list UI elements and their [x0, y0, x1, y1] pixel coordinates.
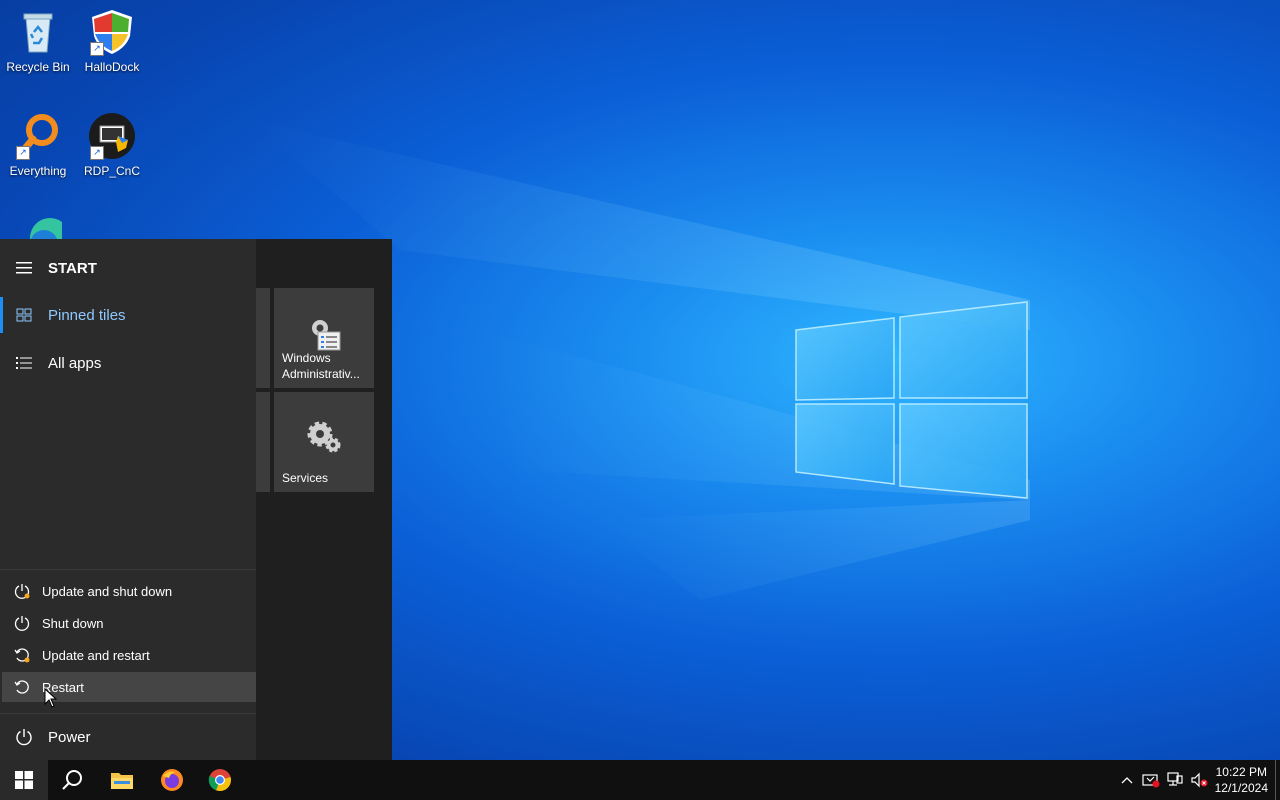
power-icon	[2, 615, 42, 631]
shortcut-arrow-icon: ↗	[16, 146, 30, 160]
desktop-icon-label: Recycle Bin	[6, 60, 70, 74]
nav-item-label: All apps	[48, 354, 102, 372]
tile-label: Services	[282, 471, 329, 485]
power-option-label: Update and shut down	[42, 583, 173, 599]
tiles-area: Windows Administrativ... Services	[256, 239, 392, 760]
start-menu: START Pinned tiles All apps Update and s…	[0, 239, 392, 760]
start-menu-sidebar: START Pinned tiles All apps Update and s…	[0, 239, 258, 760]
firefox-icon	[161, 769, 183, 791]
power-options-menu: Update and shut down Shut down Update an…	[0, 569, 258, 708]
start-menu-title: START	[48, 259, 97, 277]
volume-muted-icon	[1191, 772, 1208, 788]
windows-logo-icon	[15, 771, 33, 789]
search-icon	[62, 770, 82, 790]
security-alert-icon	[1142, 774, 1160, 788]
update-restart-icon	[2, 647, 42, 663]
list-icon	[0, 356, 48, 370]
desktop-icon-label: RDP_CnC	[83, 164, 140, 178]
power-option-label: Update and restart	[42, 647, 150, 663]
clock-date: 12/1/2024	[1214, 781, 1268, 795]
desktop-icon-recycle-bin[interactable]: Recycle Bin	[0, 8, 76, 74]
update-and-restart-option[interactable]: Update and restart	[2, 640, 256, 670]
tray-volume-icon[interactable]	[1188, 760, 1210, 800]
restart-icon	[2, 679, 42, 695]
network-icon	[1167, 772, 1183, 786]
desktop-icon-rdp-cnc[interactable]: ↗ RDP_CnC	[74, 112, 150, 178]
power-button[interactable]: Power	[0, 713, 256, 760]
folder-icon	[111, 773, 133, 789]
power-button-label: Power	[48, 728, 91, 746]
desktop-icon-label: HalloDock	[84, 60, 140, 74]
tile-services[interactable]: Services	[274, 392, 374, 492]
nav-all-apps[interactable]: All apps	[0, 341, 256, 385]
tile-partial[interactable]	[256, 392, 270, 492]
taskbar-firefox[interactable]	[148, 760, 196, 800]
recycle-bin-icon	[14, 8, 62, 56]
search-magnifier-icon: ↗	[14, 112, 62, 160]
hamburger-menu-icon[interactable]	[0, 262, 48, 274]
nav-pinned-tiles[interactable]: Pinned tiles	[0, 293, 256, 337]
chrome-icon	[208, 769, 231, 792]
show-desktop-button[interactable]	[1275, 760, 1280, 800]
shut-down-option[interactable]: Shut down	[2, 608, 256, 638]
start-menu-header: START	[0, 253, 256, 283]
tray-network-icon[interactable]	[1164, 760, 1186, 800]
windows-wallpaper-logo	[795, 301, 1028, 499]
taskbar-chrome[interactable]	[196, 760, 244, 800]
update-shutdown-icon	[2, 583, 42, 599]
tile-partial[interactable]	[256, 288, 270, 388]
chevron-up-icon	[1121, 777, 1133, 784]
tile-label: Windows Administrativ...	[282, 351, 360, 381]
desktop-icon-everything[interactable]: ↗ Everything	[0, 112, 76, 178]
taskbar-file-explorer[interactable]	[98, 760, 146, 800]
start-button[interactable]	[0, 760, 48, 800]
desktop-icon-hallodock[interactable]: ↗ HalloDock	[74, 8, 150, 74]
desktop-icon-label: Everything	[9, 164, 67, 178]
clock-time: 10:22 PM	[1215, 765, 1267, 779]
tiles-icon	[0, 308, 48, 322]
taskbar: 10:22 PM 12/1/2024	[0, 760, 1280, 800]
show-hidden-icons-button[interactable]	[1116, 760, 1138, 800]
taskbar-clock[interactable]: 10:22 PM 12/1/2024	[1215, 764, 1268, 796]
gears-icon	[306, 420, 342, 459]
nav-item-label: Pinned tiles	[48, 306, 126, 324]
update-and-shut-down-option[interactable]: Update and shut down	[2, 576, 256, 606]
mouse-cursor-icon	[44, 688, 58, 708]
shortcut-arrow-icon: ↗	[90, 146, 104, 160]
remote-desktop-icon: ↗	[88, 112, 136, 160]
shield-icon: ↗	[88, 8, 136, 56]
restart-option[interactable]: Restart	[2, 672, 256, 702]
power-icon	[0, 728, 48, 746]
power-option-label: Shut down	[42, 615, 104, 631]
taskbar-search-button[interactable]	[48, 760, 96, 800]
shortcut-arrow-icon: ↗	[90, 42, 104, 56]
tray-security-icon[interactable]	[1140, 760, 1162, 800]
tile-windows-administrative-tools[interactable]: Windows Administrativ...	[274, 288, 374, 388]
